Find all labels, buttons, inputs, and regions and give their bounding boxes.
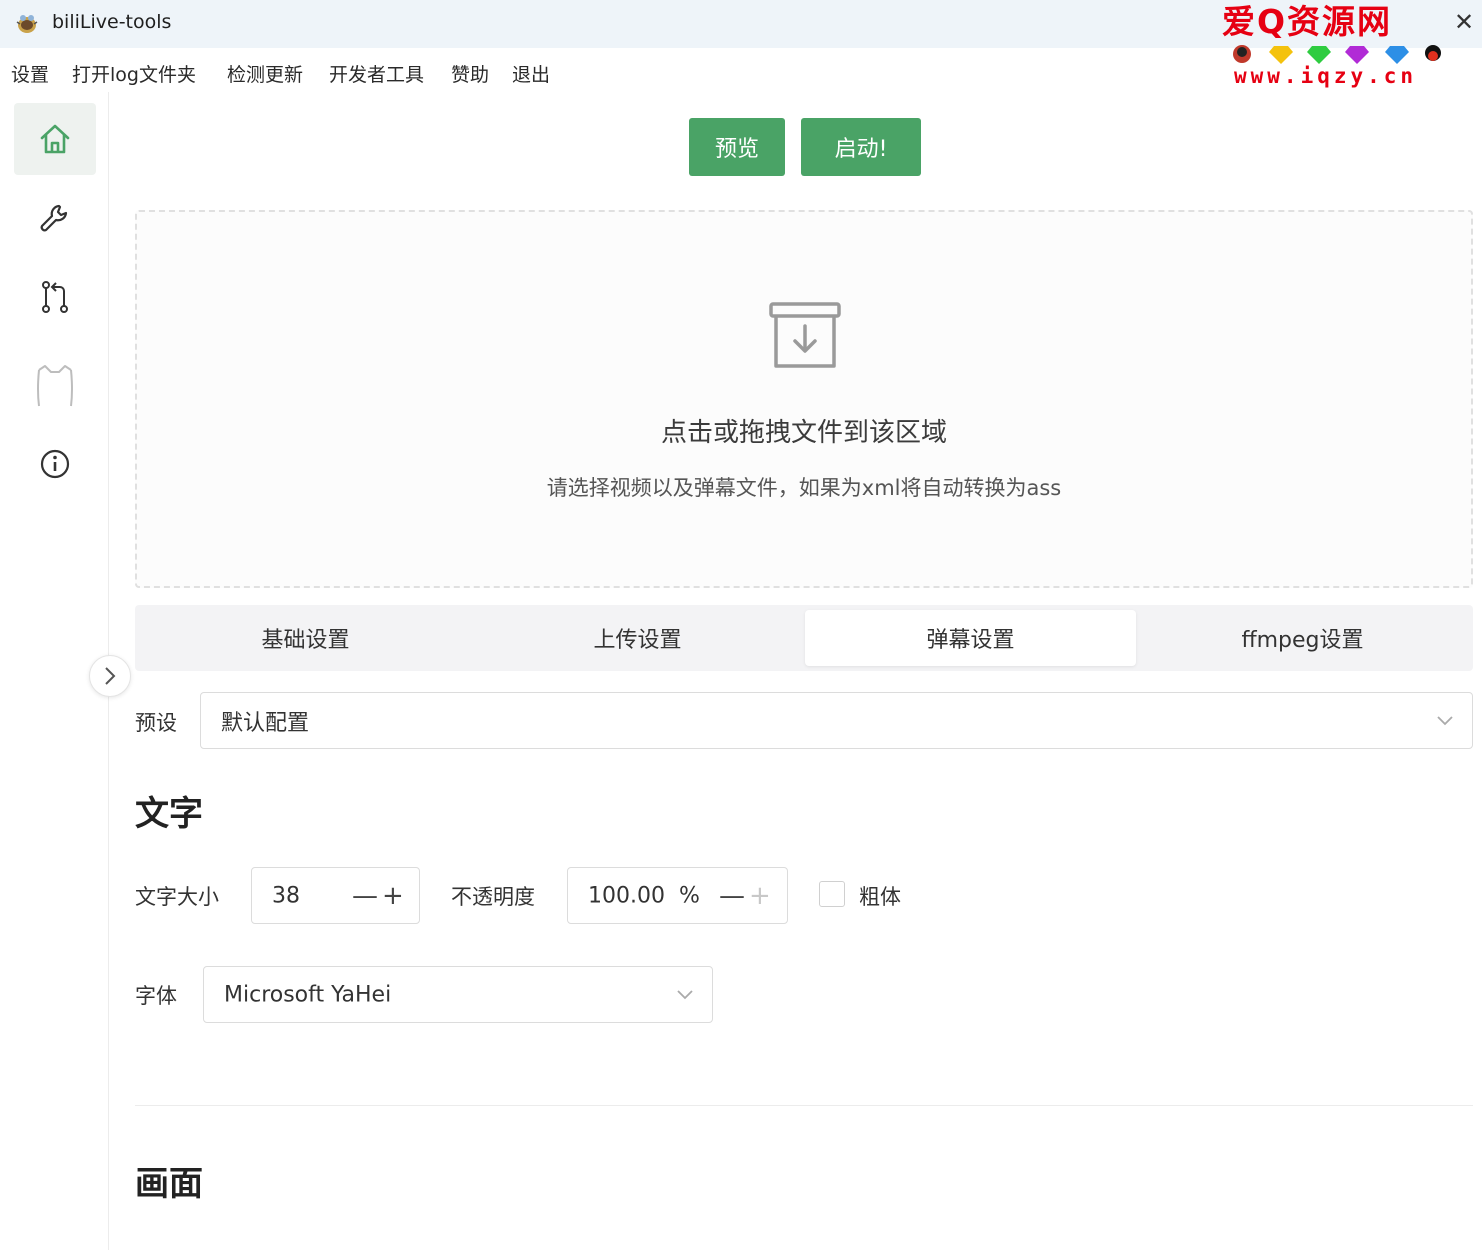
app-bug-icon — [16, 15, 38, 33]
menu-sponsor[interactable]: 赞助 — [451, 60, 489, 87]
sidebar-item-home[interactable] — [14, 103, 96, 175]
bold-label: 粗体 — [859, 885, 901, 909]
font-size-input[interactable]: 38 — + — [251, 867, 420, 924]
chevron-down-icon — [677, 989, 693, 999]
font-size-decrement-button[interactable]: — — [352, 883, 378, 909]
tab-upload-settings[interactable]: 上传设置 — [472, 610, 803, 666]
tab-danmaku-settings[interactable]: 弹幕设置 — [805, 610, 1136, 666]
preview-button[interactable]: 预览 — [689, 118, 785, 176]
watermark-logo: 爱Q资源网 www.iqzy.cn — [1222, 2, 1454, 90]
watermark-url: www.iqzy.cn — [1234, 64, 1418, 88]
opacity-label: 不透明度 — [451, 885, 535, 909]
opacity-input[interactable]: 100.00 % — + — [567, 867, 788, 924]
font-family-select[interactable]: Microsoft YaHei — [203, 966, 713, 1023]
opacity-value: 100.00 % — [588, 883, 700, 908]
opacity-decrement-button[interactable]: — — [719, 883, 745, 909]
bold-checkbox[interactable] — [819, 881, 845, 907]
ghost-outline-icon — [37, 365, 73, 407]
home-icon — [40, 124, 70, 154]
start-button[interactable]: 启动! — [801, 118, 921, 176]
settings-tabs: 基础设置 上传设置 弹幕设置 ffmpeg设置 — [135, 605, 1473, 671]
preset-label: 预设 — [135, 711, 177, 735]
chevron-right-icon — [105, 667, 116, 685]
info-icon — [40, 449, 70, 479]
section-divider — [135, 1105, 1473, 1106]
git-compare-icon — [42, 281, 68, 313]
section-title-text: 文字 — [135, 794, 203, 834]
tab-ffmpeg-settings[interactable]: ffmpeg设置 — [1137, 610, 1468, 666]
font-size-increment-button[interactable]: + — [382, 883, 404, 909]
sidebar-item-compare[interactable] — [14, 261, 96, 333]
archive-download-icon — [769, 302, 841, 368]
sidebar-collapse-button[interactable] — [89, 655, 131, 697]
opacity-increment-button[interactable]: + — [749, 883, 771, 909]
dropzone-subtitle: 请选择视频以及弹幕文件，如果为xml将自动转换为ass — [546, 476, 1062, 500]
chevron-down-icon — [1437, 715, 1453, 725]
menu-settings[interactable]: 设置 — [11, 60, 49, 87]
sidebar-item-about[interactable] — [14, 428, 96, 500]
menu-bar: 设置 打开log文件夹 检测更新 开发者工具 赞助 退出 — [0, 52, 1200, 92]
font-family-value: Microsoft YaHei — [224, 982, 392, 1007]
dropzone-title: 点击或拖拽文件到该区域 — [660, 418, 947, 448]
tab-basic-settings[interactable]: 基础设置 — [140, 610, 471, 666]
close-window-button[interactable]: ✕ — [1452, 8, 1476, 36]
wrench-icon — [40, 204, 68, 232]
font-family-label: 字体 — [135, 984, 177, 1008]
preset-select-value: 默认配置 — [221, 710, 310, 736]
watermark-title: 爱Q资源网 — [1222, 2, 1393, 41]
menu-exit[interactable]: 退出 — [512, 60, 550, 87]
preset-select[interactable]: 默认配置 — [200, 692, 1473, 749]
menu-open-log-folder[interactable]: 打开log文件夹 — [72, 60, 196, 87]
sidebar-item-ghost[interactable] — [14, 349, 96, 421]
file-dropzone[interactable]: 点击或拖拽文件到该区域 请选择视频以及弹幕文件，如果为xml将自动转换为ass — [135, 210, 1473, 588]
font-size-value: 38 — [272, 883, 300, 908]
sidebar-item-tools[interactable] — [14, 183, 96, 255]
section-title-screen: 画面 — [135, 1164, 203, 1204]
font-size-label: 文字大小 — [135, 885, 219, 909]
window-title: biliLive-tools — [52, 11, 172, 33]
menu-check-update[interactable]: 检测更新 — [227, 60, 303, 87]
menu-dev-tools[interactable]: 开发者工具 — [329, 60, 424, 87]
